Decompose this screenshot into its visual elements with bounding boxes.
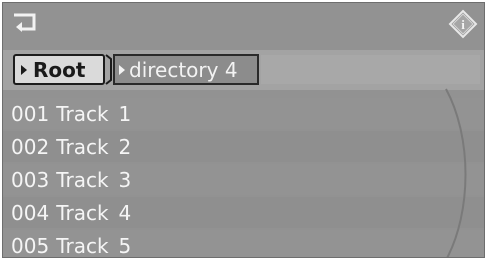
arrow-right-icon bbox=[21, 64, 27, 75]
breadcrumb-directory[interactable]: directory 4 bbox=[113, 54, 259, 85]
track-name: Track 2 bbox=[56, 135, 131, 159]
track-number: 004 bbox=[11, 200, 50, 225]
breadcrumb-root-label: Root bbox=[33, 57, 86, 82]
track-name: Track 1 bbox=[56, 102, 131, 126]
track-index: 1 bbox=[118, 101, 132, 126]
info-icon-label: i bbox=[461, 17, 465, 32]
track-item[interactable]: 003 Track 3 bbox=[3, 164, 484, 195]
breadcrumb-separator bbox=[105, 54, 112, 85]
track-item[interactable]: 005 Track 5 bbox=[3, 230, 484, 258]
track-number: 001 bbox=[11, 101, 50, 126]
track-item[interactable]: 001 Track 1 bbox=[3, 98, 484, 129]
track-index: 5 bbox=[118, 233, 132, 258]
track-name: Track 5 bbox=[56, 234, 131, 258]
back-arrow-icon[interactable] bbox=[12, 12, 38, 34]
track-title: Track bbox=[56, 101, 109, 126]
breadcrumb-directory-label: directory 4 bbox=[129, 57, 238, 82]
track-list: 001 Track 1 002 Track 2 003 Track 3 004 Tra… bbox=[3, 98, 484, 258]
track-index: 4 bbox=[118, 200, 132, 225]
track-item[interactable]: 004 Track 4 bbox=[3, 197, 484, 228]
track-index: 3 bbox=[118, 167, 132, 192]
track-name: Track 3 bbox=[56, 168, 131, 192]
track-title: Track bbox=[56, 233, 109, 258]
media-screen: i Root directory 4 001 Track 1 002 Track 2 bbox=[2, 2, 485, 258]
track-number: 005 bbox=[11, 233, 50, 258]
top-bar: i bbox=[3, 3, 484, 43]
track-title: Track bbox=[56, 167, 109, 192]
track-title: Track bbox=[56, 200, 109, 225]
track-index: 2 bbox=[118, 134, 132, 159]
info-diamond-icon[interactable]: i bbox=[448, 9, 478, 39]
track-number: 002 bbox=[11, 134, 50, 159]
track-name: Track 4 bbox=[56, 201, 131, 225]
arrow-right-icon bbox=[119, 64, 125, 75]
track-item[interactable]: 002 Track 2 bbox=[3, 131, 484, 162]
breadcrumb: Root directory 4 bbox=[3, 50, 484, 90]
breadcrumb-root[interactable]: Root bbox=[13, 54, 105, 85]
track-number: 003 bbox=[11, 167, 50, 192]
breadcrumb-fill bbox=[261, 55, 480, 84]
track-title: Track bbox=[56, 134, 109, 159]
